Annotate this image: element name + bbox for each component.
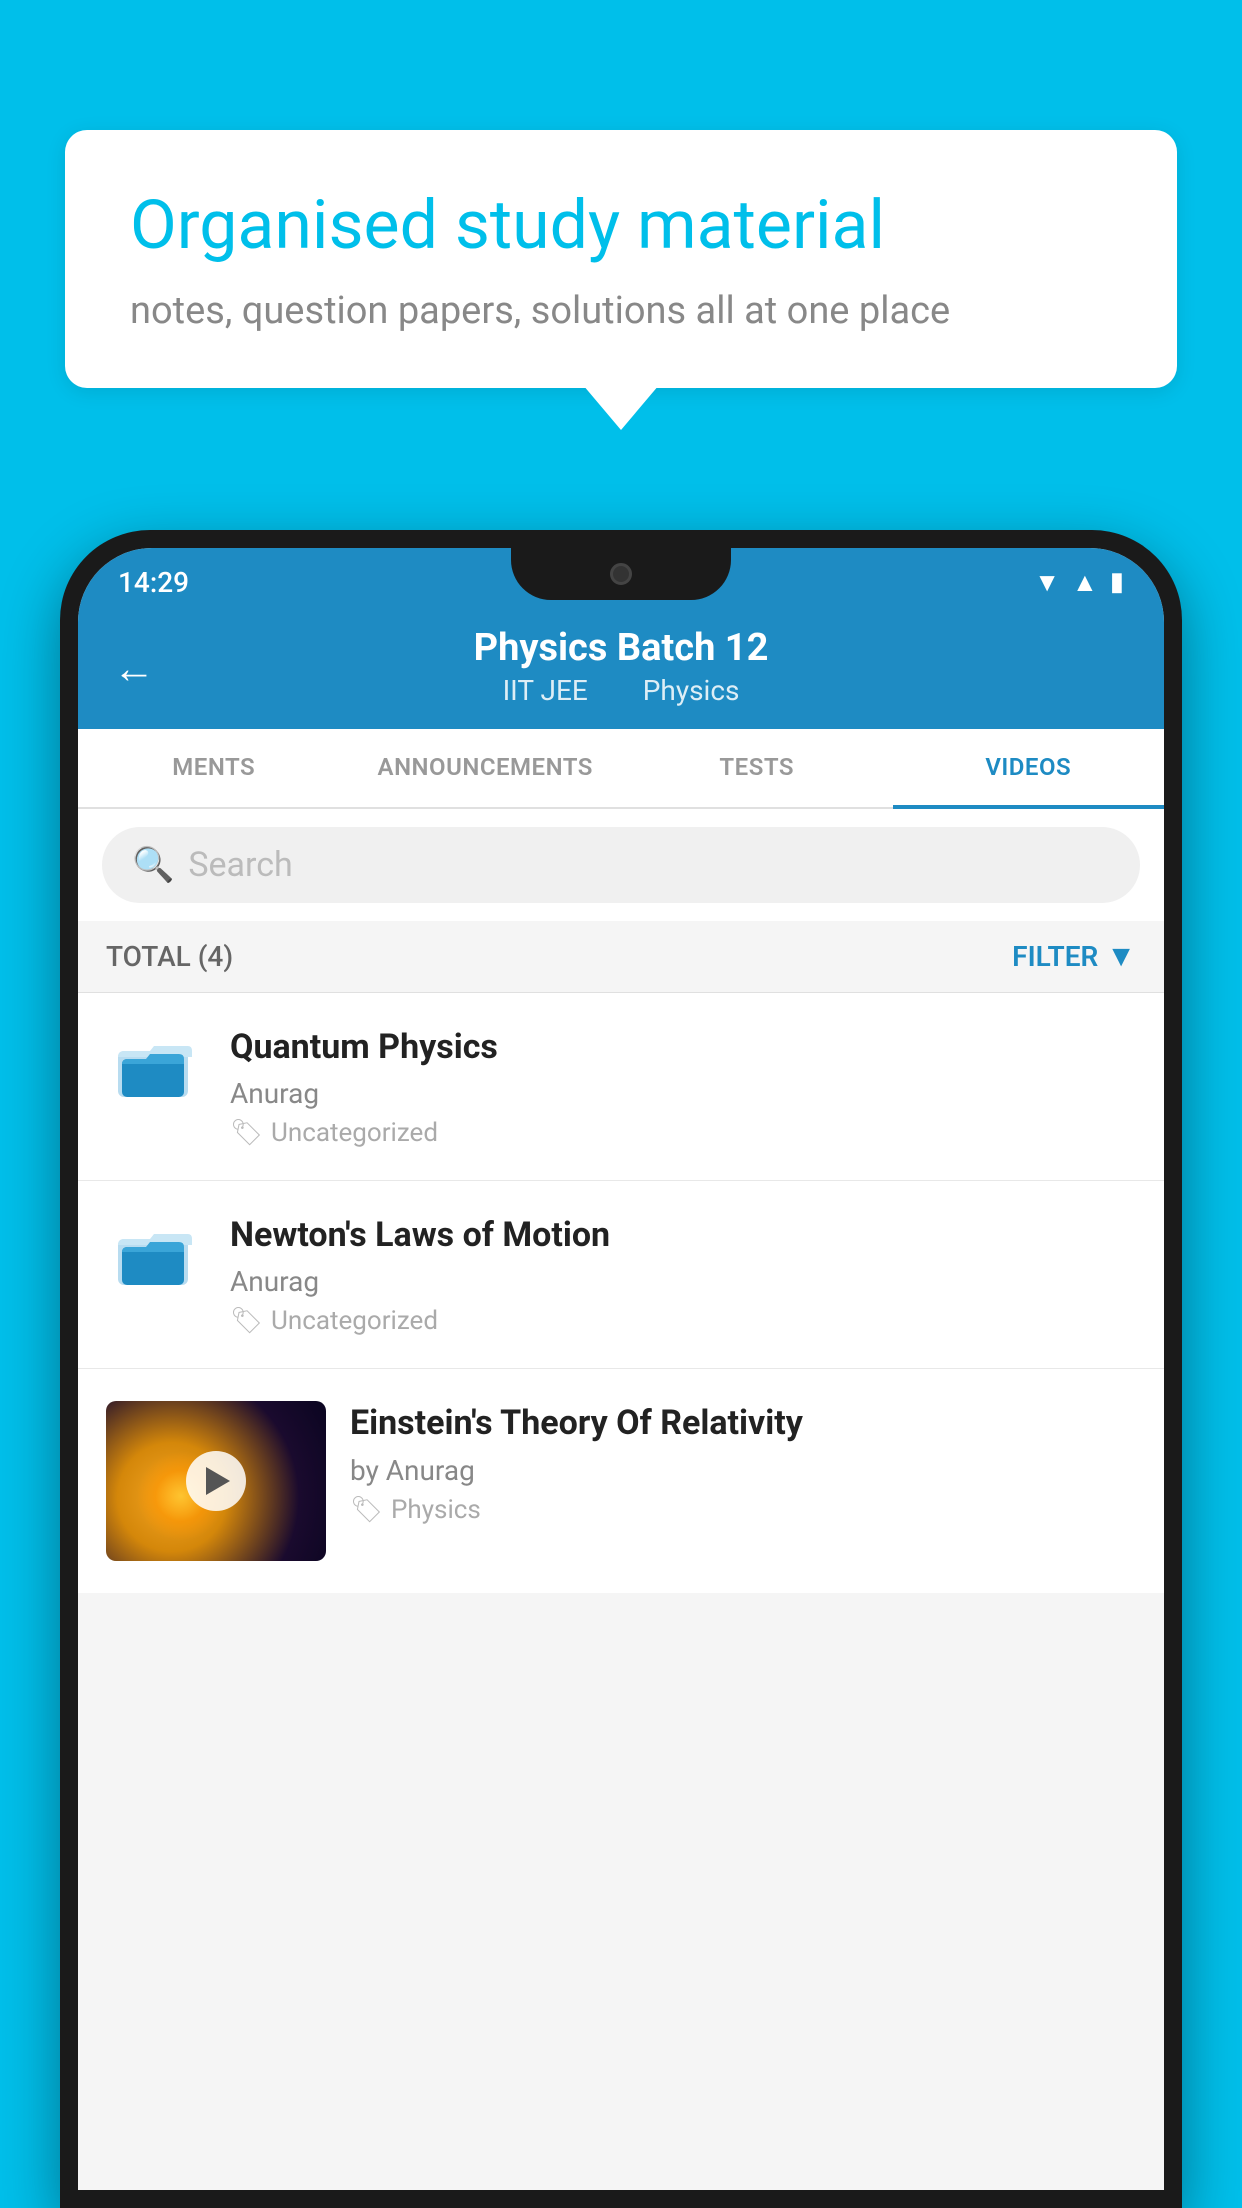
tag-label: Uncategorized [271, 1118, 438, 1148]
status-time: 14:29 [118, 566, 189, 599]
subtitle-iitjee: IIT JEE [503, 674, 588, 707]
list-item[interactable]: Einstein's Theory Of Relativity by Anura… [78, 1369, 1164, 1593]
status-icons: ▼ ▲ ▮ [1034, 567, 1124, 598]
list-item[interactable]: Quantum Physics Anurag 🏷 Uncategorized [78, 993, 1164, 1181]
folder-icon [116, 1031, 196, 1101]
search-icon: 🔍 [132, 845, 174, 885]
tab-tests[interactable]: TESTS [621, 729, 893, 807]
tag-label: Uncategorized [271, 1306, 438, 1336]
video-tag: 🏷 Uncategorized [230, 1306, 1136, 1336]
app-header: ← Physics Batch 12 IIT JEE Physics [78, 608, 1164, 729]
search-container: 🔍 Search [78, 809, 1164, 921]
filter-funnel-icon: ▼ [1106, 939, 1136, 974]
video-thumbnail [106, 1401, 326, 1561]
speech-bubble: Organised study material notes, question… [65, 130, 1177, 388]
video-author: by Anurag [350, 1454, 1136, 1487]
phone-screen: 14:29 ▼ ▲ ▮ ← Physics Batch 12 IIT JEE P… [78, 548, 1164, 2190]
video-author: Anurag [230, 1077, 1136, 1110]
tag-icon: 🏷 [230, 1118, 263, 1148]
back-button[interactable]: ← [113, 644, 155, 693]
bubble-subtitle: notes, question papers, solutions all at… [130, 289, 1112, 333]
video-title: Einstein's Theory Of Relativity [350, 1401, 1136, 1445]
video-info: Einstein's Theory Of Relativity by Anura… [350, 1401, 1136, 1524]
phone-notch [511, 548, 731, 600]
search-box[interactable]: 🔍 Search [102, 827, 1140, 903]
tab-videos[interactable]: VIDEOS [893, 729, 1165, 809]
search-placeholder: Search [188, 845, 292, 885]
total-count: TOTAL (4) [106, 940, 233, 973]
tag-icon: 🏷 [230, 1306, 263, 1336]
list-item[interactable]: Newton's Laws of Motion Anurag 🏷 Uncateg… [78, 1181, 1164, 1369]
play-triangle-icon [206, 1467, 230, 1495]
filter-button[interactable]: FILTER ▼ [1012, 939, 1136, 974]
signal-icon: ▲ [1072, 567, 1098, 598]
header-title: Physics Batch 12 [118, 626, 1124, 670]
video-info: Newton's Laws of Motion Anurag 🏷 Uncateg… [230, 1213, 1136, 1336]
wifi-icon: ▼ [1034, 567, 1060, 598]
subtitle-physics: Physics [643, 674, 740, 707]
header-subtitle: IIT JEE Physics [118, 674, 1124, 707]
filter-bar: TOTAL (4) FILTER ▼ [78, 921, 1164, 993]
tag-icon: 🏷 [350, 1495, 383, 1525]
folder-icon [116, 1219, 196, 1289]
folder-icon-wrap [106, 1213, 206, 1289]
bubble-title: Organised study material [130, 185, 1112, 267]
video-info: Quantum Physics Anurag 🏷 Uncategorized [230, 1025, 1136, 1148]
video-tag: 🏷 Uncategorized [230, 1118, 1136, 1148]
tab-announcements[interactable]: ANNOUNCEMENTS [350, 729, 622, 807]
camera-dot [610, 563, 632, 585]
tabs-bar: MENTS ANNOUNCEMENTS TESTS VIDEOS [78, 729, 1164, 809]
video-tag: 🏷 Physics [350, 1495, 1136, 1525]
video-title: Quantum Physics [230, 1025, 1136, 1069]
phone-frame: 14:29 ▼ ▲ ▮ ← Physics Batch 12 IIT JEE P… [60, 530, 1182, 2208]
play-button[interactable] [186, 1451, 246, 1511]
video-list: Quantum Physics Anurag 🏷 Uncategorized [78, 993, 1164, 1593]
tab-ments[interactable]: MENTS [78, 729, 350, 807]
folder-icon-wrap [106, 1025, 206, 1101]
filter-label: FILTER [1012, 940, 1098, 973]
speech-bubble-section: Organised study material notes, question… [65, 130, 1177, 388]
tag-label: Physics [391, 1495, 481, 1525]
video-title: Newton's Laws of Motion [230, 1213, 1136, 1257]
battery-icon: ▮ [1110, 567, 1124, 597]
video-author: Anurag [230, 1265, 1136, 1298]
